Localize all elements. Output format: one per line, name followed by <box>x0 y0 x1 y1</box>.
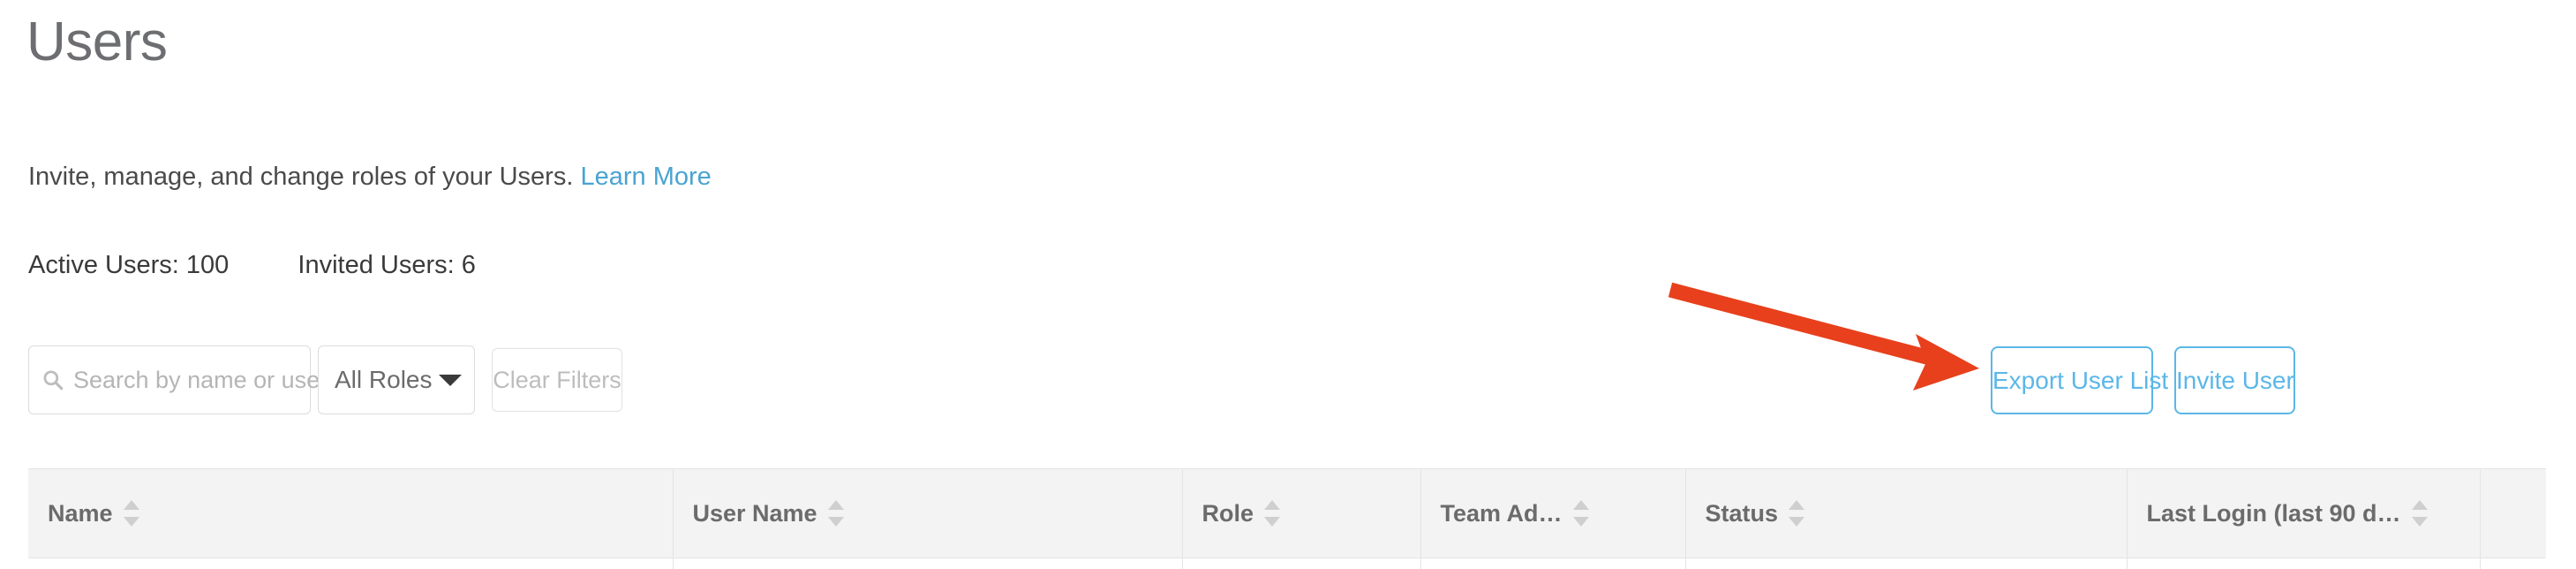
subtitle-text: Invite, manage, and change roles of your… <box>28 163 573 191</box>
table-cell <box>2127 558 2480 569</box>
table-cell <box>673 558 1182 569</box>
sort-arrows-icon[interactable] <box>1264 498 1280 528</box>
column-header-status-label: Status <box>1706 500 1779 527</box>
column-header-user-name[interactable]: User Name <box>673 469 1182 558</box>
column-header-name-label: Name <box>48 500 113 527</box>
column-header-name[interactable]: Name <box>28 469 673 558</box>
users-table-header-row: Name User Name Role <box>28 469 2546 558</box>
column-header-status[interactable]: Status <box>1685 469 2127 558</box>
roles-filter-dropdown[interactable]: All Roles <box>318 345 475 414</box>
users-page: Users Invite, manage, and change roles o… <box>0 0 2576 562</box>
search-box[interactable] <box>28 345 311 414</box>
invite-user-button[interactable]: Invite User <box>2174 346 2295 414</box>
page-subtitle: Invite, manage, and change roles of your… <box>28 162 712 192</box>
chevron-down-icon <box>439 375 462 386</box>
column-header-user-name-label: User Name <box>693 500 817 527</box>
user-counts: Active Users: 100 Invited Users: 6 <box>28 250 476 280</box>
sort-arrows-icon[interactable] <box>124 498 139 528</box>
clear-filters-button[interactable]: Clear Filters <box>492 348 622 412</box>
learn-more-link[interactable]: Learn More <box>580 163 711 191</box>
users-table: Name User Name Role <box>28 468 2546 569</box>
column-header-last-login-label: Last Login (last 90 d… <box>2147 500 2401 527</box>
sort-arrows-icon[interactable] <box>1573 498 1589 528</box>
sort-arrows-icon[interactable] <box>1789 498 1804 528</box>
users-table-body <box>28 558 2546 569</box>
invited-users-count: Invited Users: 6 <box>298 250 475 280</box>
column-header-role[interactable]: Role <box>1182 469 1420 558</box>
table-cell <box>1685 558 2127 569</box>
table-cell <box>1420 558 1685 569</box>
column-header-last-login[interactable]: Last Login (last 90 d… <box>2127 469 2480 558</box>
search-icon <box>41 368 64 391</box>
page-title: Users <box>26 11 167 74</box>
roles-filter-label: All Roles <box>335 366 432 394</box>
users-table-header: Name User Name Role <box>28 469 2546 558</box>
table-cell <box>2480 558 2546 569</box>
active-users-count: Active Users: 100 <box>28 250 229 280</box>
column-header-role-label: Role <box>1202 500 1254 527</box>
sort-arrows-icon[interactable] <box>828 498 844 528</box>
table-cell <box>1182 558 1420 569</box>
table-cell <box>28 558 673 569</box>
table-row[interactable] <box>28 558 2546 569</box>
column-header-team-admin[interactable]: Team Ad… <box>1420 469 1685 558</box>
column-header-team-admin-label: Team Ad… <box>1441 500 1563 527</box>
arrow-pointer-icon <box>1642 265 2013 424</box>
export-user-list-csv-button[interactable]: Export User List CSV <box>1991 346 2153 414</box>
column-header-actions <box>2480 469 2546 558</box>
sort-arrows-icon[interactable] <box>2412 498 2428 528</box>
